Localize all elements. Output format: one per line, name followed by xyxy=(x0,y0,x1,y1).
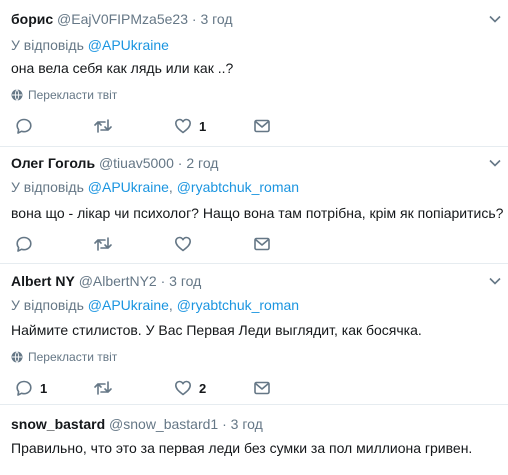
reply-icon xyxy=(16,118,32,134)
mention-separator: , xyxy=(168,179,173,195)
author-name[interactable]: Олег Гоголь xyxy=(11,155,95,171)
tweet-header: Олег Гоголь @tiuav5000 · 2 год xyxy=(11,154,218,172)
mention-link[interactable]: @APUkraine xyxy=(88,297,169,313)
heart-icon xyxy=(175,236,191,252)
chevron-down-icon[interactable] xyxy=(488,12,502,26)
chevron-down-icon[interactable] xyxy=(488,274,502,288)
like-button[interactable] xyxy=(174,233,199,255)
envelope-icon xyxy=(254,237,270,251)
chevron-down-icon[interactable] xyxy=(488,156,502,170)
timestamp[interactable]: 3 год xyxy=(231,416,263,432)
globe-icon xyxy=(11,351,23,363)
author-handle[interactable]: @snow_bastard1 xyxy=(109,416,218,432)
like-count: 2 xyxy=(199,380,207,396)
reply-button[interactable] xyxy=(15,115,40,137)
direct-message-button[interactable] xyxy=(253,115,271,137)
mention-separator: , xyxy=(168,297,173,313)
mention-link[interactable]: @APUkraine xyxy=(88,179,169,195)
reply-context: У відповідь @APUkraine, @ryabtchuk_roman xyxy=(11,296,299,314)
separator-dot: · xyxy=(160,273,166,289)
translate-label: Перекласти твіт xyxy=(28,350,118,364)
direct-message-button[interactable] xyxy=(253,233,271,255)
retweet-icon xyxy=(94,119,112,133)
timestamp[interactable]: 3 год xyxy=(200,11,232,27)
tweet-text: Наймите стилистов. У Вас Первая Леди выг… xyxy=(11,322,422,338)
tweet-text: Правильно, что это за первая леди без су… xyxy=(11,440,473,456)
tweet-actions xyxy=(11,233,311,255)
author-name[interactable]: борис xyxy=(11,11,53,27)
retweet-icon xyxy=(94,381,112,395)
tweet-header: борис @EajV0FIPMza5e23 · 3 год xyxy=(11,10,233,28)
mention-link[interactable]: @APUkraine xyxy=(88,37,169,53)
reply-prefix: У відповідь xyxy=(11,179,84,195)
author-handle[interactable]: @EajV0FIPMza5e23 xyxy=(57,11,188,27)
tweet-actions: 1 xyxy=(11,115,311,137)
retweet-icon xyxy=(94,237,112,251)
reply-icon xyxy=(16,380,32,396)
tweet-header: snow_bastard @snow_bastard1 · 3 год xyxy=(11,415,263,433)
like-button[interactable]: 1 xyxy=(174,115,206,137)
author-name[interactable]: snow_bastard xyxy=(11,416,105,432)
separator-dot: · xyxy=(222,416,227,432)
translate-tweet-link[interactable]: Перекласти твіт xyxy=(11,349,117,365)
heart-icon xyxy=(175,118,191,134)
retweet-button[interactable] xyxy=(93,115,120,137)
heart-icon xyxy=(175,380,191,396)
separator-dot: · xyxy=(191,11,197,27)
mention-link[interactable]: @ryabtchuk_roman xyxy=(177,297,299,313)
timestamp[interactable]: 2 год xyxy=(186,155,218,171)
tweet-header: Albert NY @AlbertNY2 · 3 год xyxy=(11,272,201,290)
author-name[interactable]: Albert NY xyxy=(11,273,75,289)
envelope-icon xyxy=(254,119,270,133)
tweet-text: вона що - лікар чи психолог? Нащо вона т… xyxy=(11,205,504,221)
tweet[interactable]: snow_bastard @snow_bastard1 · 3 год Прав… xyxy=(0,405,508,475)
reply-prefix: У відповідь xyxy=(11,37,84,53)
like-count: 1 xyxy=(199,118,207,134)
separator-dot: · xyxy=(177,155,183,171)
translate-tweet-link[interactable]: Перекласти твіт xyxy=(11,87,117,103)
tweet-text: она вела себя как лядь или как ..? xyxy=(11,60,234,76)
author-handle[interactable]: @tiuav5000 xyxy=(99,155,174,171)
reply-count: 1 xyxy=(40,380,48,396)
envelope-icon xyxy=(254,381,270,395)
tweet[interactable]: Олег Гоголь @tiuav5000 · 2 год У відпові… xyxy=(0,147,508,264)
timestamp[interactable]: 3 год xyxy=(169,273,201,289)
like-button[interactable]: 2 xyxy=(174,377,206,399)
reply-button[interactable] xyxy=(15,233,40,255)
author-handle[interactable]: @AlbertNY2 xyxy=(79,273,157,289)
direct-message-button[interactable] xyxy=(253,377,271,399)
retweet-button[interactable] xyxy=(93,377,120,399)
reply-context: У відповідь @APUkraine, @ryabtchuk_roman xyxy=(11,178,299,196)
reply-context: У відповідь @APUkraine xyxy=(11,36,169,54)
reply-prefix: У відповідь xyxy=(11,297,84,313)
tweet[interactable]: борис @EajV0FIPMza5e23 · 3 год У відпові… xyxy=(0,0,508,150)
tweet-actions: 1 2 xyxy=(11,377,311,399)
reply-icon xyxy=(16,236,32,252)
reply-button[interactable]: 1 xyxy=(15,377,47,399)
tweet[interactable]: Albert NY @AlbertNY2 · 3 год У відповідь… xyxy=(0,264,508,404)
translate-label: Перекласти твіт xyxy=(28,88,118,102)
globe-icon xyxy=(11,89,23,101)
mention-link[interactable]: @ryabtchuk_roman xyxy=(177,179,299,195)
retweet-button[interactable] xyxy=(93,233,120,255)
